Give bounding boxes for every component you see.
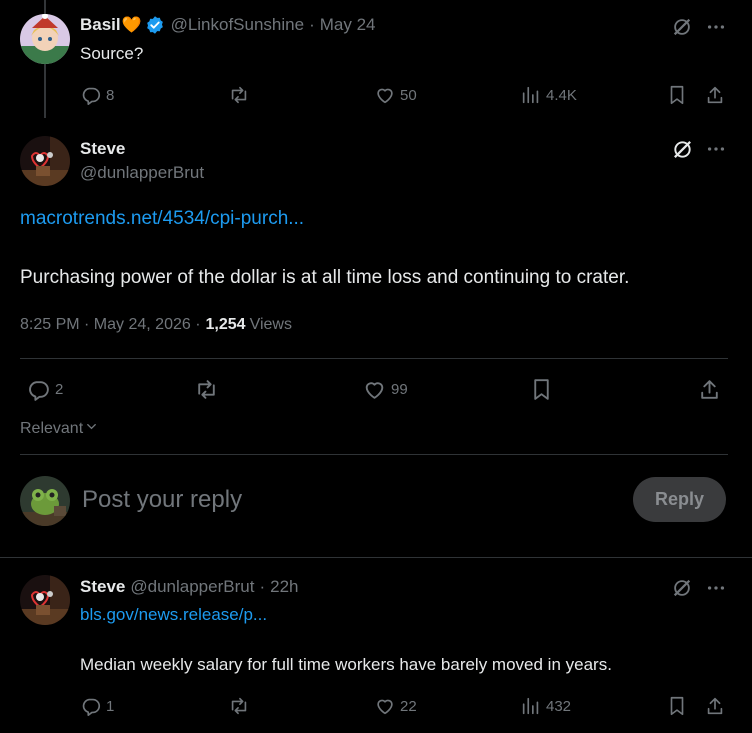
views-count: 4.4K: [546, 86, 577, 104]
reply-count: 8: [106, 86, 115, 104]
sort-label: Relevant: [20, 420, 84, 437]
analytics-icon: [522, 697, 539, 715]
post-date[interactable]: 22h: [270, 577, 298, 597]
more-options-icon[interactable]: [705, 138, 727, 160]
like-button[interactable]: 50: [374, 84, 417, 106]
like-button[interactable]: 22: [374, 695, 417, 717]
avatar[interactable]: [20, 136, 70, 186]
divider: [20, 454, 728, 455]
views-button[interactable]: 432: [520, 695, 571, 717]
reply-button[interactable]: 2: [26, 377, 63, 402]
like-count: 50: [400, 86, 417, 104]
bookmark-button[interactable]: [666, 84, 688, 106]
separator: ·: [259, 577, 266, 596]
bookmark-button[interactable]: [666, 695, 688, 717]
repost-button[interactable]: [228, 695, 250, 717]
views-count: 1,254: [205, 316, 246, 333]
reply-icon: [82, 87, 101, 105]
share-icon: [707, 697, 723, 715]
repost-icon: [231, 86, 247, 104]
heart-emoji: 🧡: [121, 17, 142, 34]
analytics-icon: [522, 86, 539, 104]
repost-button[interactable]: [228, 84, 250, 106]
repost-icon: [231, 697, 247, 715]
share-button[interactable]: [704, 695, 726, 717]
sort-dropdown[interactable]: Relevant: [20, 419, 99, 439]
chevron-down-icon: [84, 419, 99, 439]
reply-input[interactable]: Post your reply: [82, 486, 602, 514]
post-text: Purchasing power of the dollar is at all…: [20, 267, 630, 288]
my-avatar[interactable]: [20, 476, 70, 526]
post-link[interactable]: bls.gov/news.release/p...: [80, 605, 267, 625]
bookmark-button[interactable]: [529, 377, 554, 402]
bookmark-icon: [534, 379, 549, 400]
reply-count: 1: [106, 697, 115, 715]
reply-submit-button[interactable]: Reply: [633, 477, 726, 522]
divider: [20, 358, 728, 359]
separator: ·: [309, 15, 315, 34]
post-timestamp[interactable]: 8:25 PM · May 24, 2026 ·: [20, 316, 201, 334]
share-button[interactable]: [704, 84, 726, 106]
heart-icon: [365, 382, 384, 399]
author-name[interactable]: Steve: [80, 139, 125, 159]
heart-icon: [377, 88, 393, 104]
reply-count: 2: [55, 381, 64, 398]
repost-icon: [198, 380, 215, 399]
author-handle[interactable]: @dunlapperBrut: [80, 163, 204, 183]
post-text: Source?: [80, 44, 144, 63]
like-count: 22: [400, 697, 417, 715]
share-icon: [707, 86, 723, 104]
grok-icon[interactable]: [671, 16, 693, 38]
views-label: Views: [249, 316, 292, 333]
repost-button[interactable]: [194, 377, 219, 402]
grok-icon[interactable]: [671, 138, 694, 161]
verified-badge-icon: [145, 15, 165, 35]
like-count: 99: [391, 381, 408, 398]
share-icon: [701, 380, 718, 399]
divider: [0, 557, 752, 558]
bookmark-icon: [670, 85, 684, 105]
views-button[interactable]: 4.4K: [520, 84, 577, 106]
author-name[interactable]: Basil: [80, 15, 121, 35]
more-options-icon[interactable]: [705, 16, 727, 38]
post-link[interactable]: macrotrends.net/4534/cpi-purch...: [20, 208, 304, 230]
like-button[interactable]: 99: [362, 377, 408, 402]
post-date[interactable]: May 24: [320, 15, 376, 35]
reply-button[interactable]: 8: [80, 84, 114, 106]
bookmark-icon: [670, 696, 684, 716]
more-options-icon[interactable]: [705, 577, 727, 599]
grok-icon[interactable]: [671, 577, 693, 599]
heart-icon: [377, 699, 393, 715]
reply-icon: [29, 381, 49, 401]
reply-icon: [82, 698, 101, 716]
share-button[interactable]: [697, 377, 722, 402]
author-name[interactable]: Steve: [80, 577, 125, 597]
views-count: 432: [546, 697, 572, 715]
avatar[interactable]: [20, 575, 70, 625]
reply-button[interactable]: 1: [80, 695, 114, 717]
author-handle[interactable]: @LinkofSunshine: [171, 15, 305, 35]
author-handle[interactable]: @dunlapperBrut: [130, 577, 254, 597]
avatar[interactable]: [20, 14, 70, 64]
post-text: Median weekly salary for full time worke…: [80, 655, 612, 674]
